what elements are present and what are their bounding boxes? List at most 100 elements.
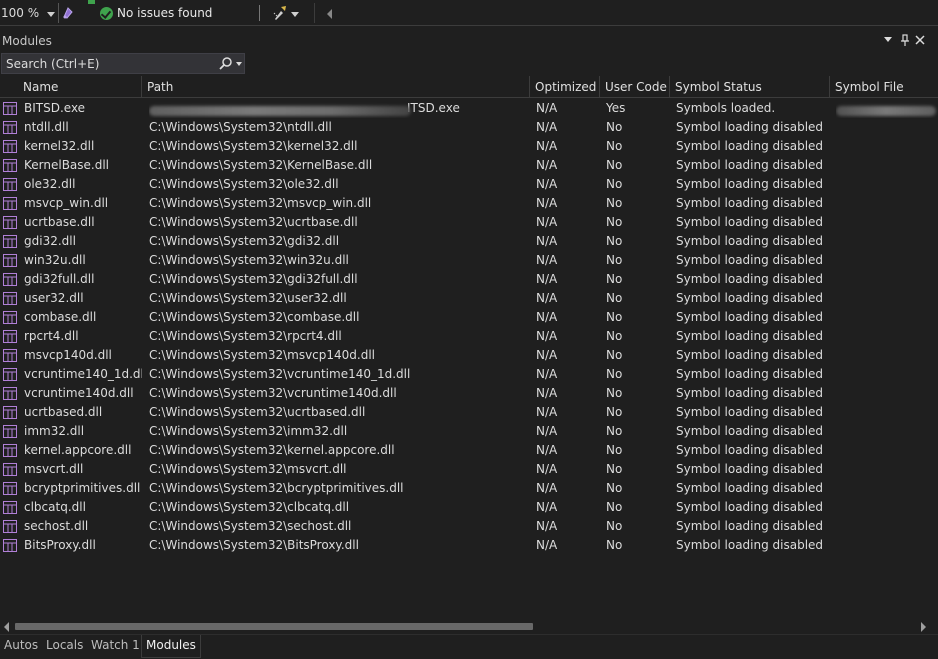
module-optimized: N/A — [536, 101, 558, 115]
table-row[interactable]: user32.dll C:\Windows\System32\user32.dll… — [0, 289, 938, 308]
tab-locals[interactable]: Locals — [42, 635, 87, 658]
module-optimized: N/A — [536, 196, 558, 210]
tab-watch-1[interactable]: Watch 1 — [87, 635, 144, 658]
module-path: ITSD.exe — [149, 99, 527, 118]
column-header-symbol-file[interactable]: Symbol File — [830, 76, 938, 98]
module-icon — [3, 216, 17, 229]
chevron-down-icon[interactable] — [291, 12, 299, 17]
scroll-thumb[interactable] — [15, 623, 533, 630]
module-user-code: No — [606, 367, 623, 381]
scroll-left-icon[interactable] — [4, 622, 9, 632]
chevron-down-icon[interactable] — [47, 12, 55, 17]
close-icon[interactable] — [913, 33, 927, 47]
module-symbol-file — [836, 441, 938, 460]
table-row[interactable]: BITSD.exe ITSD.exe N/A Yes Symbols loaded. — [0, 99, 938, 118]
tab-autos[interactable]: Autos — [0, 635, 42, 658]
search-input[interactable] — [2, 54, 212, 73]
module-optimized: N/A — [536, 462, 558, 476]
module-icon — [3, 121, 17, 134]
check-circle-icon — [100, 7, 113, 20]
table-row[interactable]: vcruntime140_1d.dll C:\Windows\System32\v… — [0, 365, 938, 384]
module-name: kernel32.dll — [24, 139, 95, 153]
pin-icon[interactable] — [898, 33, 912, 47]
table-row[interactable]: combase.dll C:\Windows\System32\combase.d… — [0, 308, 938, 327]
module-icon — [3, 311, 17, 324]
module-symbol-file — [836, 460, 938, 479]
module-optimized: N/A — [536, 500, 558, 514]
column-header-path[interactable]: Path — [142, 76, 530, 98]
module-symbol-status: Symbol loading disabled ... — [676, 348, 826, 362]
module-user-code: No — [606, 462, 623, 476]
module-optimized: N/A — [536, 386, 558, 400]
module-user-code: No — [606, 196, 623, 210]
module-symbol-status: Symbol loading disabled ... — [676, 253, 826, 267]
module-symbol-file — [836, 479, 938, 498]
divider — [58, 3, 59, 23]
module-user-code: No — [606, 386, 623, 400]
chevron-down-icon[interactable] — [236, 62, 242, 66]
table-body: BITSD.exe ITSD.exe N/A Yes Symbols loaded. nt… — [0, 99, 938, 555]
search-icon[interactable] — [218, 56, 233, 71]
module-symbol-file — [836, 327, 938, 346]
module-optimized: N/A — [536, 310, 558, 324]
table-row[interactable]: ntdll.dll C:\Windows\System32\ntdll.dll N/… — [0, 118, 938, 137]
module-name: rpcrt4.dll — [24, 329, 79, 343]
module-path: C:\Windows\System32\rpcrt4.dll — [149, 329, 342, 343]
table-row[interactable]: BitsProxy.dll C:\Windows\System32\BitsPro… — [0, 536, 938, 555]
module-path: C:\Windows\System32\ntdll.dll — [149, 120, 332, 134]
module-path: C:\Windows\System32\BitsProxy.dll — [149, 538, 359, 552]
module-symbol-status: Symbol loading disabled ... — [676, 386, 826, 400]
table-row[interactable]: win32u.dll C:\Windows\System32\win32u.dll… — [0, 251, 938, 270]
scroll-right-icon[interactable] — [921, 622, 926, 632]
module-icon — [3, 235, 17, 248]
brush-icon[interactable] — [272, 5, 288, 21]
module-icon — [3, 273, 17, 286]
module-optimized: N/A — [536, 538, 558, 552]
table-row[interactable]: ole32.dll C:\Windows\System32\ole32.dll N/… — [0, 175, 938, 194]
module-user-code: No — [606, 234, 623, 248]
module-path: C:\Windows\System32\gdi32full.dll — [149, 272, 358, 286]
module-path: C:\Windows\System32\vcruntime140d.dll — [149, 386, 397, 400]
search-box[interactable] — [1, 53, 245, 74]
column-header-symbol-status[interactable]: Symbol Status — [670, 76, 830, 98]
module-name: user32.dll — [24, 291, 84, 305]
module-symbol-status: Symbol loading disabled ... — [676, 500, 826, 514]
table-row[interactable]: ucrtbase.dll C:\Windows\System32\ucrtbase… — [0, 213, 938, 232]
table-row[interactable]: imm32.dll C:\Windows\System32\imm32.dll N/… — [0, 422, 938, 441]
module-path: C:\Windows\System32\win32u.dll — [149, 253, 349, 267]
column-header-name[interactable]: Name — [18, 76, 142, 98]
scroll-left-icon[interactable] — [327, 9, 332, 19]
table-row[interactable]: gdi32full.dll C:\Windows\System32\gdi32fu… — [0, 270, 938, 289]
tab-modules[interactable]: Modules — [141, 635, 201, 658]
module-user-code: No — [606, 405, 623, 419]
column-header-user-code[interactable]: User Code — [600, 76, 670, 98]
table-row[interactable]: rpcrt4.dll C:\Windows\System32\rpcrt4.dll… — [0, 327, 938, 346]
table-row[interactable]: KernelBase.dll C:\Windows\System32\Kernel… — [0, 156, 938, 175]
table-row[interactable]: gdi32.dll C:\Windows\System32\gdi32.dll N/… — [0, 232, 938, 251]
module-icon — [3, 254, 17, 267]
table-row[interactable]: bcryptprimitives.dll C:\Windows\System32\… — [0, 479, 938, 498]
module-symbol-status: Symbol loading disabled ... — [676, 291, 826, 305]
column-header-optimized[interactable]: Optimized — [530, 76, 600, 98]
module-icon — [3, 501, 17, 514]
table-row[interactable]: ucrtbased.dll C:\Windows\System32\ucrtbas… — [0, 403, 938, 422]
module-symbol-file — [836, 99, 938, 118]
module-user-code: No — [606, 348, 623, 362]
window-options-icon[interactable] — [881, 33, 895, 47]
module-symbol-file — [836, 118, 938, 137]
module-name: BitsProxy.dll — [24, 538, 96, 552]
table-row[interactable]: sechost.dll C:\Windows\System32\sechost.d… — [0, 517, 938, 536]
issues-status[interactable]: No issues found — [117, 5, 212, 21]
module-optimized: N/A — [536, 443, 558, 457]
horizontal-scrollbar[interactable] — [0, 619, 938, 634]
module-user-code: No — [606, 215, 623, 229]
table-row[interactable]: clbcatq.dll C:\Windows\System32\clbcatq.d… — [0, 498, 938, 517]
table-row[interactable]: msvcrt.dll C:\Windows\System32\msvcrt.dll… — [0, 460, 938, 479]
table-row[interactable]: kernel32.dll C:\Windows\System32\kernel32… — [0, 137, 938, 156]
module-icon — [3, 425, 17, 438]
extension-icon[interactable] — [61, 6, 75, 20]
table-row[interactable]: msvcp_win.dll C:\Windows\System32\msvcp_w… — [0, 194, 938, 213]
table-row[interactable]: kernel.appcore.dll C:\Windows\System32\ke… — [0, 441, 938, 460]
table-row[interactable]: msvcp140d.dll C:\Windows\System32\msvcp14… — [0, 346, 938, 365]
table-row[interactable]: vcruntime140d.dll C:\Windows\System32\vcr… — [0, 384, 938, 403]
